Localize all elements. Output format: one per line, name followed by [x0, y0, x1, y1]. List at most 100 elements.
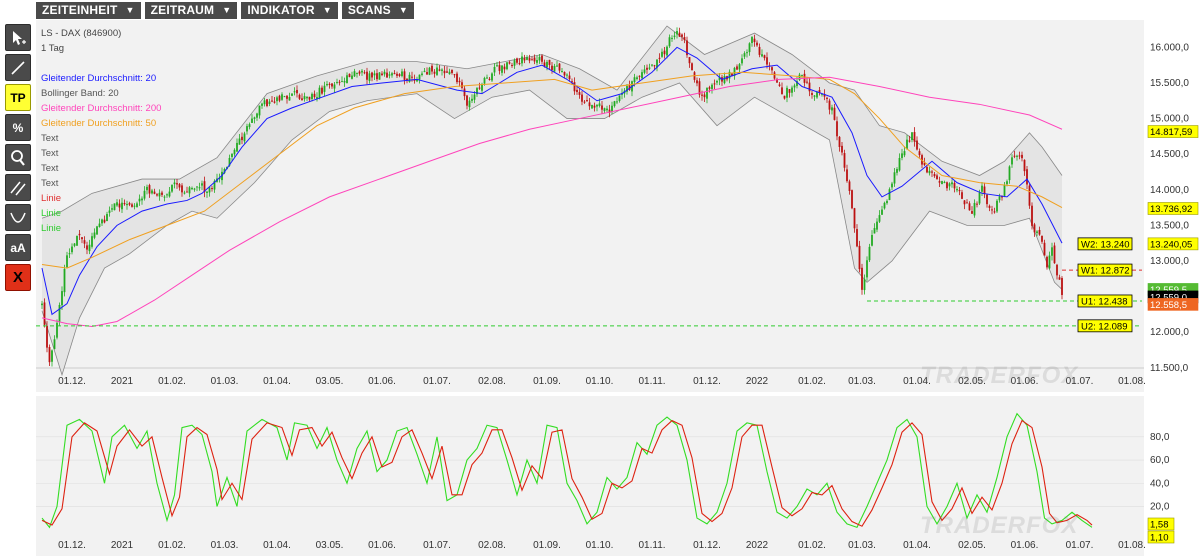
x-tick-label: 01.07. — [1066, 376, 1094, 387]
y-tick-label: 14.000,0 — [1150, 185, 1189, 196]
candle-body — [523, 58, 526, 61]
candle-body — [888, 189, 891, 201]
candle-body — [711, 84, 713, 89]
candle-body — [551, 65, 553, 70]
oscillator-x-tick: 01.03. — [848, 540, 876, 551]
candle-body — [396, 73, 398, 76]
cursor-tool-button[interactable] — [5, 24, 31, 51]
candle-body — [848, 181, 851, 191]
candle-body — [983, 186, 986, 195]
arc-tool-button[interactable] — [5, 204, 31, 231]
candle-body — [276, 97, 278, 102]
candle-body — [388, 74, 391, 76]
candle-body — [548, 59, 551, 65]
delete-label: X — [12, 269, 23, 286]
legend-item: Text — [41, 178, 59, 189]
menu-zeiteinheit[interactable]: ZEITEINHEIT ▼ — [36, 2, 141, 19]
candle-body — [326, 83, 328, 86]
candle-body — [791, 87, 793, 93]
delete-drawings-button[interactable]: X — [5, 264, 31, 291]
candle-body — [248, 124, 251, 128]
candle-body — [441, 69, 443, 71]
candle-body — [196, 186, 198, 188]
candle — [996, 199, 998, 213]
candle-body — [961, 192, 963, 199]
candle-body — [293, 91, 296, 93]
candle-body — [193, 188, 196, 190]
candle-body — [863, 279, 866, 291]
candle-body — [176, 183, 178, 185]
y-tick-label: 12.000,0 — [1150, 327, 1189, 338]
candle-body — [968, 203, 971, 211]
legend-item: Text — [41, 148, 59, 159]
candle-body — [568, 75, 571, 80]
candle-body — [851, 190, 853, 209]
candle-body — [486, 77, 488, 79]
parallel-lines-icon — [10, 181, 26, 195]
candle-body — [986, 194, 988, 205]
y-tick-label: 15.000,0 — [1150, 114, 1189, 125]
oscillator-y-tick: 20,0 — [1150, 501, 1170, 512]
candle-body — [386, 72, 388, 78]
candle-body — [401, 71, 403, 77]
candle-body — [498, 65, 501, 71]
candle-body — [296, 89, 298, 94]
candle-body — [588, 102, 591, 107]
candle-body — [793, 85, 796, 88]
candle-body — [501, 65, 503, 73]
percent-tool-button[interactable]: % — [5, 114, 31, 141]
candle-body — [361, 70, 363, 73]
channel-tool-button[interactable] — [5, 174, 31, 201]
candle-body — [1061, 278, 1063, 295]
candle-body — [648, 67, 651, 69]
candle-body — [181, 185, 183, 193]
menu-zeitraum[interactable]: ZEITRAUM ▼ — [144, 2, 238, 19]
text-tool-button[interactable]: aA — [5, 234, 31, 261]
caret-down-icon: ▼ — [222, 5, 232, 15]
candle-body — [506, 62, 508, 70]
candle-body — [596, 104, 598, 107]
price-chart[interactable]: 16.000,0 15.500,0 15.000,0 14.500,0 14.000,0… — [36, 20, 1202, 392]
candle-body — [336, 81, 338, 83]
legend-ticker: LS - DAX (846900) — [41, 28, 122, 39]
candle-body — [1028, 185, 1031, 206]
menu-scans[interactable]: SCANS ▼ — [341, 2, 414, 19]
cursor-icon — [13, 30, 26, 45]
trendline-tool-button[interactable] — [5, 54, 31, 81]
zoom-tool-button[interactable] — [5, 144, 31, 171]
candle-body — [383, 71, 386, 75]
candle-body — [943, 181, 946, 183]
candle-body — [833, 107, 836, 120]
candle-body — [256, 113, 258, 118]
menu-indikator[interactable]: INDIKATOR ▼ — [241, 2, 338, 19]
candle-body — [526, 57, 528, 60]
candle-body — [291, 93, 293, 96]
candle-body — [41, 303, 43, 306]
candle-body — [211, 188, 213, 190]
candle-body — [328, 83, 331, 85]
candle-body — [381, 73, 383, 76]
candle-body — [586, 100, 588, 102]
text-tool-label: aA — [10, 240, 26, 255]
candle-body — [43, 302, 46, 325]
candle-body — [338, 81, 341, 83]
candle-body — [46, 325, 48, 348]
tp-tool-button[interactable]: TP — [5, 84, 31, 111]
candle-body — [503, 66, 506, 70]
candle-body — [473, 94, 476, 100]
menu-label: INDIKATOR — [247, 3, 315, 17]
candle-body — [856, 229, 858, 247]
candle-body — [826, 97, 828, 99]
candle-body — [331, 83, 333, 87]
candle-body — [591, 105, 593, 109]
candle-body — [471, 98, 473, 101]
candle-body — [1011, 157, 1013, 165]
oscillator-x-tick: 01.07. — [423, 540, 451, 551]
candle-body — [48, 347, 51, 363]
x-tick-label: 02.05. — [958, 376, 986, 387]
stochastic-chart[interactable]: 80,0 60,0 40,0 20,0 01.12. 2021 01.02. 01.03. 01… — [36, 396, 1202, 556]
candle-body — [838, 136, 841, 147]
candle-body — [268, 101, 271, 104]
candle-body — [343, 81, 346, 83]
candle-body — [206, 191, 208, 193]
